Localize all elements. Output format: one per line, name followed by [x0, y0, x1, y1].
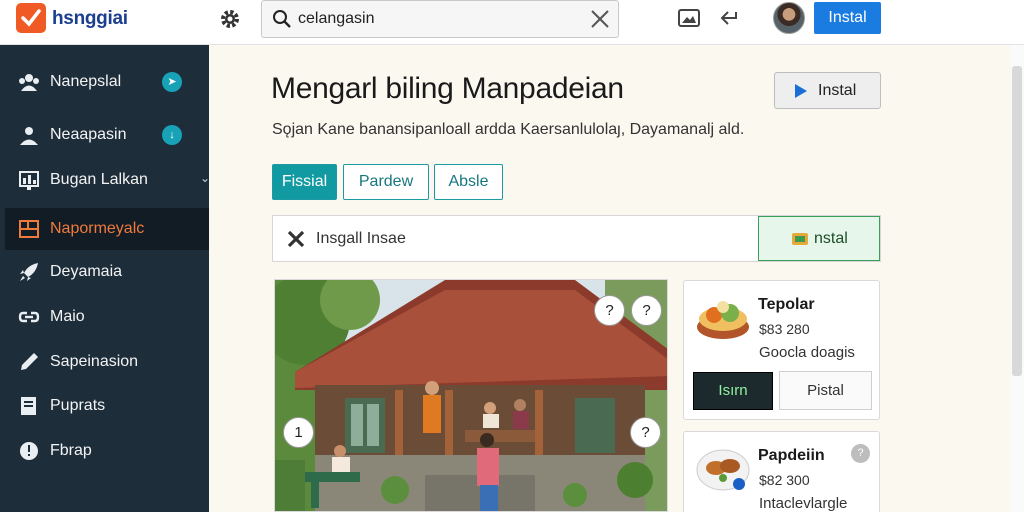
- sidebar-item-sapeinasion[interactable]: Sapeinasion: [0, 341, 209, 383]
- search-input[interactable]: [298, 5, 578, 33]
- sidebar-item-bugan-lalkan[interactable]: Bugan Lalkan ⌄: [0, 159, 211, 201]
- install-button[interactable]: Instal: [814, 2, 881, 34]
- rocket-icon: [18, 261, 40, 283]
- sidebar-item-label: Puprats: [50, 397, 106, 414]
- sidebar-item-puprats[interactable]: Puprats: [0, 385, 209, 427]
- number-badge[interactable]: 1: [283, 417, 314, 448]
- sidebar-item-neaapasin[interactable]: Neaapasin ↓: [0, 114, 209, 156]
- sidebar-item-label: Fbrap: [50, 442, 92, 459]
- user-icon: [18, 124, 40, 146]
- help-badge[interactable]: ?: [631, 295, 662, 326]
- product-card[interactable]: Tepolar $83 280 Goocla doagis Isırn Pist…: [683, 280, 880, 420]
- logo-icon[interactable]: [16, 3, 46, 33]
- page-title: Mengarl biling Manpadeian: [271, 72, 624, 105]
- sidebar-item-fbrap[interactable]: Fbrap: [0, 430, 209, 472]
- product-name: Papdeiin: [758, 447, 825, 464]
- page-subtitle: Sǫjan Kane banansipanloall ardda Kaersan…: [272, 121, 745, 138]
- folder-icon: [792, 233, 808, 245]
- main-install-label: Instal: [818, 82, 857, 99]
- link-icon: [18, 306, 40, 328]
- search-icon: [272, 9, 292, 34]
- sidebar-item-label: Napormeyalc: [50, 220, 145, 237]
- info-icon: [18, 440, 40, 462]
- help-icon[interactable]: ?: [851, 444, 870, 463]
- top-bar: hsnggiai Instal: [0, 0, 1024, 45]
- sidebar-item-nanepslal[interactable]: Nanepslal ➤: [0, 61, 209, 103]
- sidebar-item-napormeyalc[interactable]: Napormeyalc: [5, 208, 209, 250]
- tab-pardew[interactable]: Pardew: [343, 164, 429, 200]
- sidebar: Nanepslal ➤ Neaapasin ↓ Bugan Lalkan ⌄ N…: [0, 45, 211, 512]
- product-price: $82 300: [759, 472, 810, 488]
- tab-absle[interactable]: Absle: [434, 164, 503, 200]
- document-icon: [18, 395, 40, 417]
- sidebar-item-label: Neaapasin: [50, 126, 127, 143]
- tools-icon[interactable]: [286, 229, 306, 254]
- close-icon[interactable]: [590, 9, 610, 34]
- product-name: Tepolar: [758, 296, 815, 313]
- sidebar-item-label: Sapeinasion: [50, 353, 139, 370]
- help-badge[interactable]: ?: [594, 295, 625, 326]
- pen-icon: [18, 351, 40, 373]
- green-install-button[interactable]: nstal: [758, 216, 880, 261]
- main-install-button[interactable]: Instal: [774, 72, 881, 109]
- sidebar-item-maio[interactable]: Maio: [0, 296, 209, 338]
- chevron-down-icon: ⌄: [200, 171, 211, 185]
- sidebar-item-label: Deyamaia: [50, 263, 123, 280]
- product-description: Goocla doagis: [759, 344, 855, 361]
- sidebar-item-deyamaia[interactable]: Deyamaia: [0, 251, 209, 293]
- food-bowl-icon: [696, 293, 750, 341]
- tab-fissial[interactable]: Fissial: [272, 164, 337, 200]
- image-icon[interactable]: [678, 8, 702, 30]
- play-icon: [795, 84, 807, 98]
- group-icon: [18, 71, 40, 93]
- product-card[interactable]: Papdeiin ? $82 300 Intaclevlargle: [683, 431, 880, 512]
- install-row-text: Insgall Insae: [316, 230, 406, 247]
- search-box: [261, 0, 619, 38]
- sidebar-badge: ↓: [162, 125, 182, 145]
- hero-image[interactable]: ? ? 1 ?: [274, 279, 668, 512]
- green-install-label: nstal: [814, 230, 848, 247]
- app-logo-text[interactable]: hsnggiai: [52, 8, 128, 30]
- sidebar-item-label: Maio: [50, 308, 85, 325]
- gear-icon[interactable]: [218, 7, 242, 31]
- scrollbar-thumb[interactable]: [1012, 66, 1022, 376]
- sidebar-item-label: Bugan Lalkan: [50, 171, 148, 188]
- sidebar-item-label: Nanepslal: [50, 73, 122, 90]
- install-secondary-button[interactable]: Pistal: [779, 371, 872, 410]
- food-plate-icon: [696, 444, 750, 492]
- product-price: $83 280: [759, 321, 810, 337]
- install-row: Insgall Insae nstal: [272, 215, 881, 262]
- layout-icon: [18, 218, 40, 240]
- join-button[interactable]: Isırn: [693, 372, 773, 410]
- sidebar-badge: ➤: [162, 72, 182, 92]
- product-description: Intaclevlargle: [759, 495, 848, 512]
- avatar[interactable]: [773, 2, 805, 34]
- chart-icon: [18, 169, 40, 191]
- back-arrow-icon[interactable]: [718, 8, 742, 30]
- help-badge[interactable]: ?: [630, 417, 661, 448]
